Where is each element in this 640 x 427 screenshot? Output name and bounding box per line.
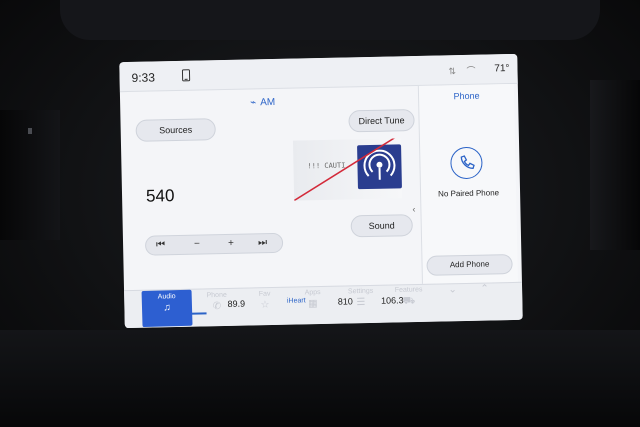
band-label: AM xyxy=(260,96,276,109)
device-icon[interactable] xyxy=(181,69,191,83)
dock-features[interactable]: Features ⛟ xyxy=(383,283,434,320)
dock-apps[interactable]: Apps ▦ xyxy=(287,286,338,323)
audio-panel: ⌁ AM Sources Direct Tune 540 !!! CAUTI S… xyxy=(120,86,416,290)
dock-phone-label: Phone xyxy=(206,291,227,300)
sound-button[interactable]: Sound xyxy=(350,214,413,238)
dock-settings[interactable]: Settings ☰ xyxy=(335,284,386,321)
dock-fav[interactable]: Fav ☆ xyxy=(240,287,291,324)
dock-features-label: Features xyxy=(394,286,423,295)
tuning-controls: ⏮ − + ⏭ xyxy=(144,232,284,256)
radio-antenna-icon: ⌁ xyxy=(250,97,257,109)
phone-title: Phone xyxy=(453,90,480,102)
right-air-vent xyxy=(590,80,640,250)
dock-extra[interactable]: ⌃ xyxy=(469,281,500,318)
music-note-icon: ♫ xyxy=(163,302,171,314)
seek-forward-icon[interactable]: ⏭ xyxy=(258,237,267,248)
dock-audio-label: Audio xyxy=(157,293,176,301)
dock-phone[interactable]: Phone ✆ xyxy=(192,288,243,325)
connectivity-icon: ⇅ ⌒ xyxy=(448,65,480,77)
phone-handset-icon: ✆ xyxy=(212,300,222,313)
direct-tune-button[interactable]: Direct Tune xyxy=(348,109,415,133)
outside-temperature: 71° xyxy=(494,63,510,75)
indicator-light xyxy=(28,128,32,134)
tune-up-button[interactable]: + xyxy=(228,238,234,249)
chevron-down-icon: ⌄ xyxy=(448,284,457,296)
apps-grid-icon: ▦ xyxy=(308,298,318,310)
tune-down-button[interactable]: − xyxy=(194,239,200,250)
dock-apps-label: Apps xyxy=(304,289,321,297)
chevron-up-icon: ⌃ xyxy=(480,283,489,295)
star-icon: ☆ xyxy=(260,299,270,311)
phone-status: No Paired Phone xyxy=(438,188,500,199)
dock-fav-label: Fav xyxy=(258,290,271,298)
dashboard-top-trim xyxy=(60,0,600,40)
station-frequency: 540 xyxy=(145,186,175,206)
station-artwork: !!! CAUTI xyxy=(292,138,403,201)
settings-icon: ☰ xyxy=(356,296,366,309)
reflection-glare xyxy=(293,138,398,201)
sources-button[interactable]: Sources xyxy=(135,118,216,142)
car-icon: ⛟ xyxy=(402,295,416,307)
add-phone-button[interactable]: Add Phone xyxy=(426,254,513,276)
dock-settings-label: Settings xyxy=(347,287,374,296)
seek-back-icon[interactable]: ⏮ xyxy=(156,239,165,250)
clock: 9:33 xyxy=(131,70,156,85)
dock-more[interactable]: ⌄ xyxy=(437,282,468,319)
phone-icon[interactable] xyxy=(450,146,483,180)
phone-panel: Phone No Paired Phone Add Phone xyxy=(417,83,518,284)
lower-dashboard-trim xyxy=(0,330,640,427)
dock-audio[interactable]: Audio ♫ xyxy=(141,289,193,328)
panel-collapse-icon[interactable]: ‹ xyxy=(412,204,415,214)
